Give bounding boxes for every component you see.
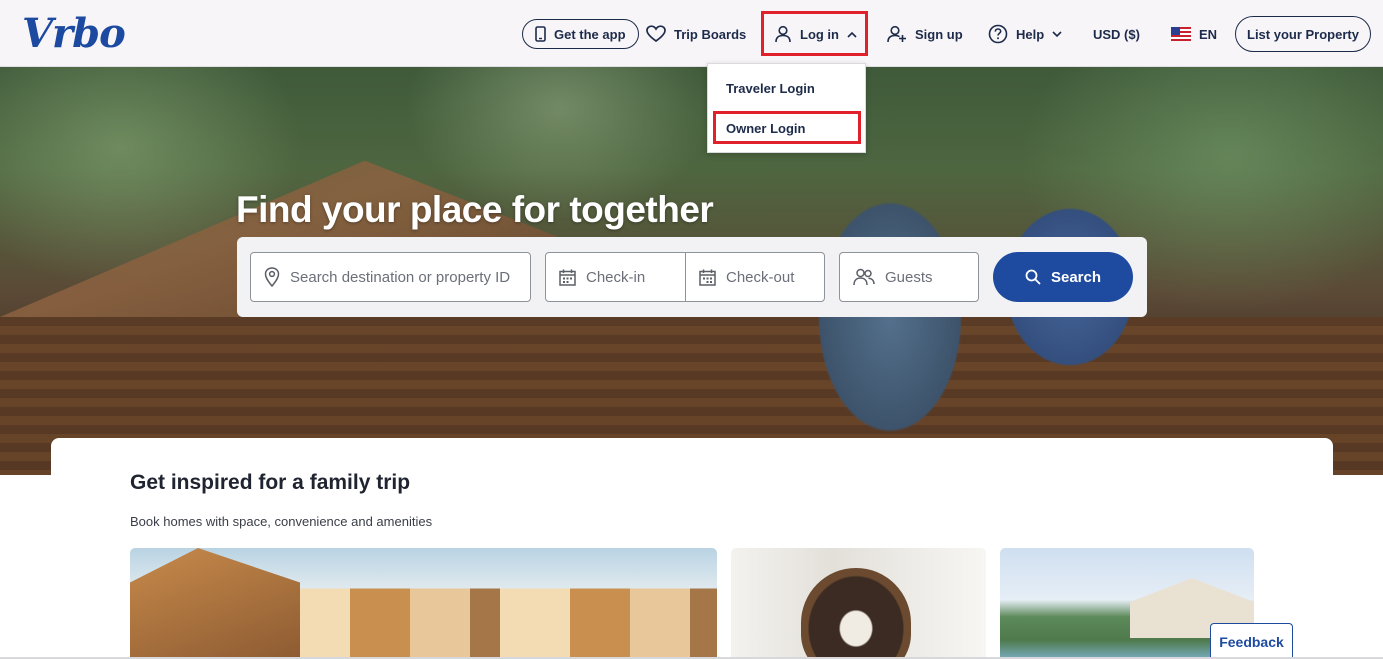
list-your-property-button[interactable]: List your Property [1235,16,1371,52]
question-circle-icon [988,24,1008,44]
guests-icon [853,268,875,286]
checkout-placeholder: Check-out [726,268,795,286]
owner-login-item[interactable]: Owner Login [726,121,805,136]
traveler-login-item[interactable]: Traveler Login [726,81,815,96]
chevron-down-icon [1052,30,1062,37]
destination-placeholder: Search destination or property ID [290,268,511,286]
us-flag-icon [1171,27,1191,41]
login-label: Log in [800,26,839,42]
currency-label: USD ($) [1093,26,1140,42]
dog-photo[interactable] [731,548,986,659]
signup-link[interactable]: Sign up [887,17,963,51]
chevron-up-icon [847,31,857,38]
search-bar: Search destination or property ID Check-… [237,237,1147,317]
beach-houses-photo[interactable] [130,548,717,659]
login-menu-button[interactable]: Log in [774,17,857,51]
phone-icon [535,26,546,42]
guests-input[interactable]: Guests [839,252,979,302]
calendar-icon [699,269,716,286]
help-menu-button[interactable]: Help [988,17,1062,51]
get-the-app-button[interactable]: Get the app [522,19,639,49]
checkin-input[interactable]: Check-in [545,252,686,302]
search-icon [1025,269,1041,285]
vrbo-logo[interactable]: Vrbo [22,14,126,54]
user-plus-icon [887,25,906,43]
currency-selector[interactable]: USD ($) [1093,17,1140,51]
hero-banner: Find your place for together Search dest… [0,67,1383,475]
get-the-app-label: Get the app [554,26,626,42]
hero-title: Find your place for together [236,189,714,230]
feedback-button[interactable]: Feedback [1210,623,1293,659]
destination-input[interactable]: Search destination or property ID [250,252,531,302]
signup-label: Sign up [915,26,963,42]
trip-boards-label: Trip Boards [674,26,747,42]
search-button-label: Search [1050,268,1102,286]
help-label: Help [1016,26,1045,42]
inspiration-title: Get inspired for a family trip [130,471,411,494]
checkout-input[interactable]: Check-out [685,252,825,302]
map-pin-icon [264,267,280,287]
list-your-property-label: List your Property [1247,26,1359,42]
language-label: EN [1199,26,1218,42]
language-selector[interactable]: EN [1171,17,1217,51]
top-header: Vrbo Get the app Trip Boards Log in Sign… [0,0,1383,67]
inspiration-subtitle: Book homes with space, convenience and a… [130,514,433,529]
checkin-placeholder: Check-in [586,268,646,286]
heart-icon [646,25,666,43]
calendar-icon [559,269,576,286]
trip-boards-link[interactable]: Trip Boards [646,17,746,51]
guests-placeholder: Guests [885,268,933,286]
user-icon [775,25,791,43]
search-button[interactable]: Search [993,252,1133,302]
login-dropdown-menu: Traveler Login Owner Login [707,63,866,153]
